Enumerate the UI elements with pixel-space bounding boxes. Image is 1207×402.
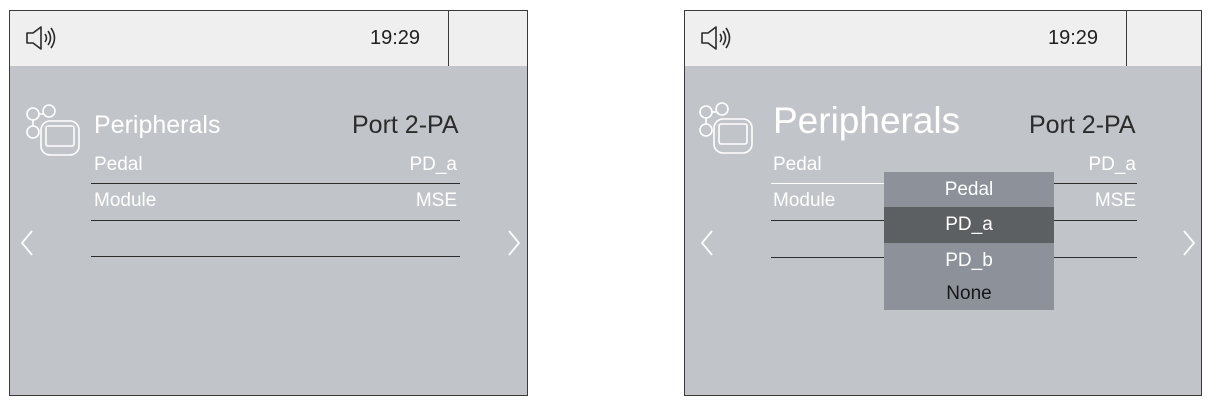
peripherals-icon [26,104,80,156]
left-screen: 19:29 Peripherals Port 2-PA Pedal PD_a M… [9,10,528,396]
row-divider [771,220,885,221]
right-screen: 19:29 Peripherals Port 2-PA Pedal PD_a M… [684,10,1202,396]
chevron-right-icon[interactable] [1181,229,1197,257]
port-label: Port 2-PA [352,111,459,139]
speaker-icon[interactable] [699,24,735,52]
pedal-dropdown[interactable]: Pedal PD_a PD_b None [884,172,1054,310]
dropdown-option-none[interactable]: None [884,278,1054,310]
clock: 19:29 [1048,27,1099,49]
row-divider [771,257,885,258]
row-divider [1053,257,1137,258]
row-divider [91,183,460,184]
chevron-left-icon[interactable] [19,229,35,257]
module-label[interactable]: Module [773,190,835,212]
chevron-left-icon[interactable] [699,229,715,257]
topbar-divider [448,11,449,66]
module-label[interactable]: Module [94,190,156,212]
top-bar: 19:29 [685,11,1201,66]
topbar-divider [1126,11,1127,66]
chevron-right-icon[interactable] [506,229,522,257]
row-divider [1053,183,1137,184]
module-value[interactable]: MSE [1095,190,1136,212]
row-divider [771,183,885,184]
dropdown-option-pedal[interactable]: Pedal [884,172,1054,207]
module-value[interactable]: MSE [416,190,457,212]
page-title: Peripherals [773,100,961,141]
clock: 19:29 [370,27,421,49]
dropdown-option-pd-a[interactable]: PD_a [884,207,1054,243]
peripherals-icon [699,102,753,154]
row-divider [91,256,460,257]
pedal-value[interactable]: PD_a [1088,154,1136,176]
row-divider [91,220,460,221]
dropdown-option-pd-b[interactable]: PD_b [884,243,1054,278]
speaker-icon[interactable] [24,24,60,52]
pedal-value[interactable]: PD_a [409,154,457,176]
row-divider [1053,220,1137,221]
pedal-label[interactable]: Pedal [773,154,822,176]
page-title: Peripherals [94,111,221,139]
pedal-label[interactable]: Pedal [94,154,143,176]
port-label: Port 2-PA [1029,111,1136,139]
top-bar: 19:29 [10,11,527,66]
